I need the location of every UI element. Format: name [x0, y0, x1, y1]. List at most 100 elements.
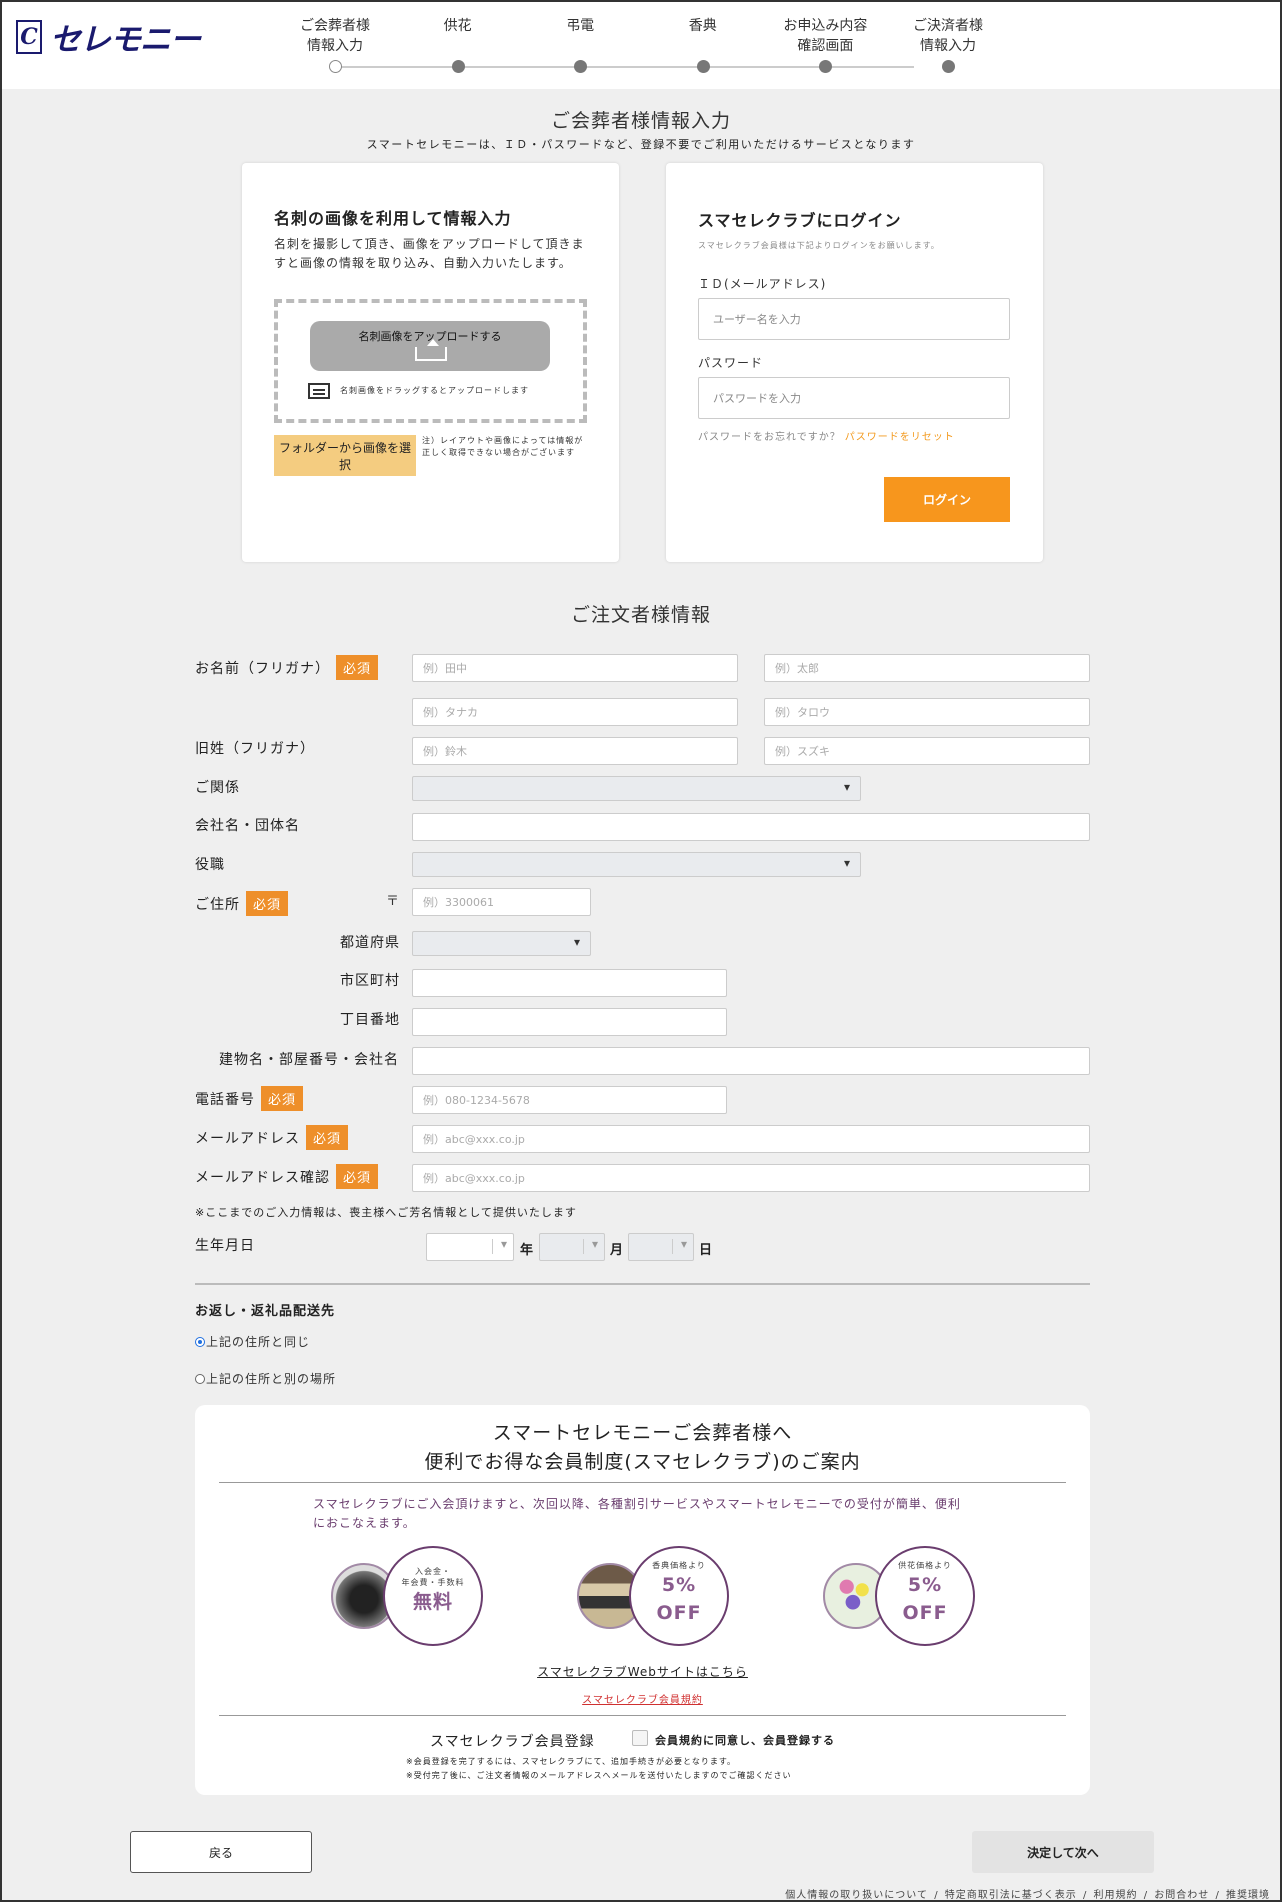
dob-year-unit: 年 [520, 1243, 534, 1258]
step-5: お申込み内容 確認画面 [763, 16, 887, 73]
step-dot [696, 60, 710, 73]
site-logo[interactable]: C セレモニー [16, 14, 201, 59]
address-label-text: ご住所 [195, 897, 240, 913]
club-site-link[interactable]: スマセレクラブWebサイトはこちら [195, 1663, 1090, 1680]
relation-select[interactable] [412, 776, 861, 801]
position-select[interactable] [412, 852, 861, 877]
maiden-name-label: 旧姓（フリガナ） [195, 741, 315, 757]
radio-same[interactable] [195, 1336, 205, 1347]
logo-mark-icon: C [16, 19, 42, 54]
company-input[interactable] [412, 813, 1090, 841]
phone-label: 電話番号 必須 [195, 1086, 304, 1111]
step-4: 香典 [641, 16, 765, 73]
street-label: 丁目番地 [340, 1012, 400, 1028]
footer-environment-link[interactable]: 推奨環境 [1226, 1890, 1270, 1901]
forgot-text: パスワードをお忘れですか？ [698, 432, 841, 443]
footer-commerce-law-link[interactable]: 特定商取引法に基づく表示 [945, 1890, 1077, 1901]
maiden-name-input[interactable] [412, 737, 738, 765]
email-confirm-label: メールアドレス確認 必須 [195, 1164, 379, 1189]
footer-contact-link[interactable]: お問合わせ [1154, 1890, 1209, 1901]
back-button[interactable]: 戻る [130, 1831, 312, 1873]
required-badge: 必須 [306, 1125, 349, 1150]
upload-button[interactable]: 名刺画像をアップロードする [310, 321, 550, 371]
club-register-label: スマセレクラブ会員登録 [430, 1734, 595, 1750]
step-label: ご決済者様 情報入力 [913, 18, 983, 54]
required-badge: 必須 [336, 1164, 379, 1189]
step-label: 香典 [688, 18, 717, 34]
email-label-text: メールアドレス [195, 1131, 300, 1147]
first-name-input[interactable] [764, 654, 1090, 682]
shipping-title: お返し・返礼品配送先 [195, 1304, 336, 1319]
relation-label: ご関係 [195, 780, 240, 796]
upload-card-title: 名刺の画像を利用して情報入力 [274, 209, 512, 228]
prefecture-select[interactable] [412, 931, 591, 956]
order-section-title: ご注文者様情報 [570, 604, 711, 626]
footer-separator: / [1215, 1890, 1220, 1901]
shipping-option-same[interactable]: 上記の住所と同じ [195, 1333, 310, 1350]
footer-privacy-link[interactable]: 個人情報の取り扱いについて [785, 1890, 928, 1901]
footer-separator: / [1143, 1890, 1149, 1901]
shipping-option-same-label: 上記の住所と同じ [206, 1335, 311, 1349]
email-confirm-input[interactable] [412, 1164, 1090, 1192]
step-dot [451, 60, 465, 73]
club-title: スマートセレモニーご会葬者様へ 便利でお得な会員制度(スマセレクラブ)のご案内 [424, 1422, 861, 1473]
reset-password-link[interactable]: パスワードをリセット [845, 432, 955, 443]
benefit-value: 5% OFF [902, 1574, 948, 1624]
step-1: ご会葬者様 情報入力 [273, 16, 397, 73]
club-description: スマセレクラブにご入会頂けますと、次回以降、各種割引サービスやスマートセレモニー… [313, 1497, 961, 1530]
login-card: スマセレクラブにログイン スマセレクラブ会員様は下記よりログインをお願いします。… [666, 163, 1043, 562]
benefit-value: 5% OFF [656, 1574, 702, 1624]
street-input[interactable] [412, 1008, 727, 1036]
shipping-option-other[interactable]: 上記の住所と別の場所 [195, 1370, 336, 1387]
building-input[interactable] [412, 1047, 1090, 1075]
phone-input[interactable] [412, 1086, 727, 1114]
email-input[interactable] [412, 1125, 1090, 1153]
club-terms-link[interactable]: スマセレクラブ会員規約 [195, 1691, 1090, 1706]
dob-year-select[interactable] [426, 1233, 514, 1261]
benefit-free: 入会金・ 年会費・手数料 無料 [331, 1546, 483, 1646]
benefit-caption: 供花価格より [898, 1561, 952, 1570]
benefit-value: 無料 [412, 1591, 453, 1613]
folder-select-button[interactable]: フォルダーから画像を選択 [274, 435, 416, 476]
company-label: 会社名・団体名 [195, 818, 300, 834]
dob-day-select[interactable] [628, 1233, 694, 1261]
dob-month-unit: 月 [610, 1243, 624, 1258]
agree-checkbox[interactable] [632, 1730, 648, 1746]
zip-input[interactable] [412, 888, 591, 916]
radio-other[interactable] [195, 1373, 205, 1384]
order-note: ※ここまでのご入力情報は、喪主様へご芳名情報として提供いたします [195, 1206, 577, 1219]
name-label: お名前（フリガナ） 必須 [195, 655, 379, 680]
required-badge: 必須 [246, 891, 289, 916]
last-name-input[interactable] [412, 654, 738, 682]
password-input[interactable] [698, 377, 1010, 419]
maiden-name-kana-input[interactable] [764, 737, 1090, 765]
footer-terms-link[interactable]: 利用規約 [1094, 1890, 1138, 1901]
section-divider [195, 1283, 1090, 1285]
agree-checkbox-label[interactable]: 会員規約に同意し、会員登録する [655, 1732, 835, 1748]
step-label: ご会葬者様 情報入力 [300, 18, 370, 54]
login-button[interactable]: ログイン [884, 477, 1010, 522]
zip-mark: 〒 [386, 894, 400, 909]
benefit-circle: 入会金・ 年会費・手数料 無料 [383, 1546, 483, 1646]
page-subtitle: スマートセレモニーは、ＩＤ・パスワードなど、登録不要でご利用いただけるサービスと… [366, 138, 916, 151]
last-name-kana-input[interactable] [412, 698, 738, 726]
upload-dropzone[interactable]: 名刺画像をアップロードする 名刺画像をドラッグするとアップロードします [274, 299, 587, 423]
step-label: 弔電 [566, 18, 595, 34]
first-name-kana-input[interactable] [764, 698, 1090, 726]
next-button[interactable]: 決定して次へ [972, 1831, 1154, 1873]
select-divider [492, 1239, 493, 1254]
id-input[interactable] [698, 298, 1010, 340]
building-label: 建物名・部屋番号・会社名 [219, 1052, 399, 1068]
select-divider [583, 1239, 584, 1254]
dob-label: 生年月日 [195, 1238, 255, 1254]
email-label: メールアドレス 必須 [195, 1125, 349, 1150]
progress-steps: ご会葬者様 情報入力 供花 弔電 香典 お申込み内容 確認画面 ご決済者様 情報入力 [290, 16, 983, 76]
dob-month-select[interactable] [539, 1233, 605, 1261]
city-input[interactable] [412, 969, 727, 997]
name-label-text: お名前（フリガナ） [195, 661, 330, 677]
upload-note: 注）レイアウトや画像によっては情報が 正しく取得できない場合がございます [422, 436, 584, 457]
club-note-2: ※受付完了後に、ご注文者情報のメールアドレスへメールを送付いたしますのでご確認く… [406, 1771, 792, 1780]
step-3: 弔電 [518, 16, 642, 73]
step-label: 供花 [443, 18, 472, 34]
required-badge: 必須 [336, 655, 379, 680]
